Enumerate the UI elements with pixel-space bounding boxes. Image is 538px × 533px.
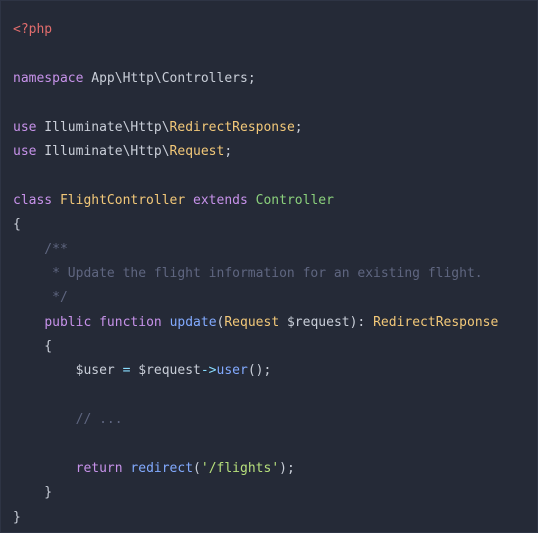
code-token: /** [13, 241, 68, 257]
code-token: $request [279, 314, 350, 330]
code-line: ​ [13, 42, 498, 66]
code-token: namespace [13, 70, 84, 86]
code-line: { [13, 335, 498, 359]
code-token: ): [349, 314, 374, 330]
code-line: public function update(Request $request)… [13, 311, 498, 335]
code-line: * Update the flight information for an e… [13, 262, 498, 286]
code-line: ​ [13, 91, 498, 115]
code-line: { [13, 213, 498, 237]
code-token: (); [247, 363, 272, 379]
code-token: $user [13, 363, 123, 379]
code-token: Request [169, 143, 225, 159]
code-line: // ... [13, 408, 498, 432]
code-line: $user = $request->user(); [13, 359, 498, 383]
code-block: <?php​namespace App\Http\Controllers;​us… [13, 18, 498, 530]
code-token: { [13, 339, 53, 355]
code-token: RedirectResponse [169, 119, 295, 135]
code-token: -> [200, 363, 217, 379]
code-line: /** [13, 238, 498, 262]
code-token: Controller [255, 192, 334, 208]
code-token: * Update the flight information for an e… [13, 265, 483, 281]
code-token: function [99, 314, 162, 330]
code-token: */ [13, 290, 68, 306]
code-line: ​ [13, 384, 498, 408]
code-line: class FlightController extends Controlle… [13, 189, 498, 213]
code-line: namespace App\Http\Controllers; [13, 67, 498, 91]
code-line: <?php [13, 18, 498, 42]
code-token: '/flights' [200, 461, 280, 477]
code-token: ); [279, 461, 295, 477]
code-token: <?php [13, 22, 53, 37]
code-line: return redirect('/flights'); [13, 457, 498, 481]
code-line: use Illuminate\Http\RedirectResponse; [13, 116, 498, 140]
code-token: update [169, 314, 217, 330]
code-token: class [13, 192, 53, 208]
code-token: return [75, 461, 123, 477]
code-line: } [13, 481, 498, 505]
code-token: App\Http\Controllers; [83, 70, 256, 86]
code-token: Illuminate\Http\ [36, 119, 170, 135]
code-token: user [216, 363, 248, 379]
code-token: Request [224, 314, 280, 330]
code-token: Illuminate\Http\ [36, 143, 170, 159]
code-token: public [44, 314, 92, 330]
code-token: // ... [13, 412, 123, 428]
code-line: use Illuminate\Http\Request; [13, 140, 498, 164]
code-token: FlightController [59, 192, 186, 208]
code-token: redirect [130, 461, 194, 477]
code-editor: <?php​namespace App\Http\Controllers;​us… [0, 0, 538, 533]
code-token: } [13, 485, 53, 501]
code-token: ( [193, 461, 201, 477]
code-token: { [13, 217, 21, 233]
code-line: } [13, 506, 498, 530]
code-token: use [13, 143, 37, 159]
code-token: } [13, 509, 21, 525]
code-token: ; [224, 143, 233, 159]
code-line: ​ [13, 433, 498, 457]
code-token: RedirectResponse [373, 314, 499, 330]
code-token: extends [193, 192, 248, 208]
code-token: ; [294, 119, 303, 135]
code-token: $request [130, 363, 201, 379]
code-token: use [13, 119, 37, 135]
code-line: */ [13, 286, 498, 310]
code-line: ​ [13, 164, 498, 188]
